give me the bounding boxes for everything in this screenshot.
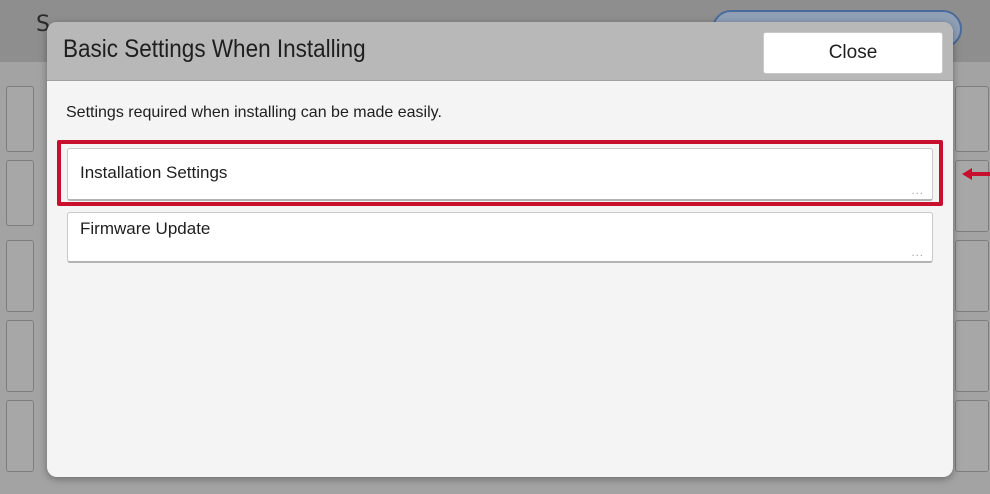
firmware-update-item[interactable]: Firmware Update ... bbox=[67, 212, 933, 263]
list-item-label: Firmware Update bbox=[80, 219, 211, 238]
dialog-description: Settings required when installing can be… bbox=[66, 104, 442, 121]
background-tile bbox=[6, 160, 34, 226]
background-tile bbox=[955, 240, 989, 312]
more-icon: ... bbox=[911, 248, 924, 259]
background-tile bbox=[6, 240, 34, 312]
background-tile bbox=[6, 320, 34, 392]
more-icon: ... bbox=[911, 186, 924, 197]
background-tile bbox=[955, 86, 989, 152]
background-tile bbox=[6, 86, 34, 152]
installation-settings-item[interactable]: Installation Settings ... bbox=[67, 148, 933, 201]
list-item-label: Installation Settings bbox=[80, 163, 228, 182]
pointer-arrow-icon bbox=[962, 168, 990, 180]
dialog-title: Basic Settings When Installing bbox=[63, 35, 366, 63]
background-tile bbox=[955, 320, 989, 392]
background-tile bbox=[6, 400, 34, 472]
background-tile bbox=[955, 400, 989, 472]
dialog-header: Basic Settings When Installing Close bbox=[47, 22, 953, 81]
basic-settings-dialog: Basic Settings When Installing Close Set… bbox=[47, 22, 953, 477]
close-button[interactable]: Close bbox=[763, 32, 943, 74]
